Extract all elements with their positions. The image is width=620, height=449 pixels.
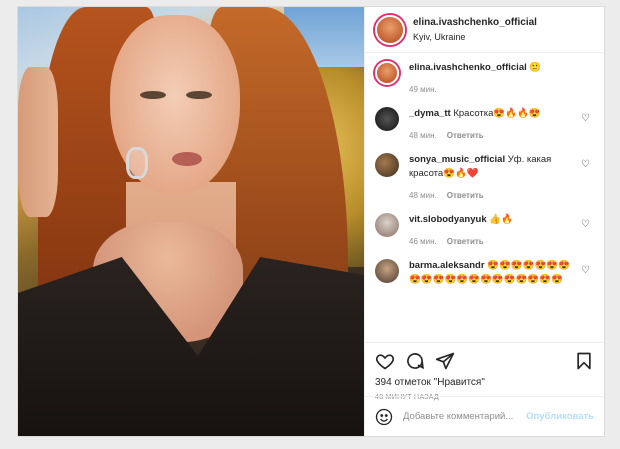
photo-hand bbox=[18, 67, 58, 217]
commenter-avatar[interactable] bbox=[375, 213, 399, 237]
publish-button[interactable]: Опубликовать bbox=[526, 411, 594, 422]
add-comment-bar: Добавьте комментарий... Опубликовать bbox=[365, 396, 604, 436]
commenter-username[interactable]: _dyma_tt bbox=[409, 108, 451, 119]
photo-eye-right bbox=[186, 91, 212, 99]
comment-item: sonya_music_official Уф. какая красота😍🔥… bbox=[375, 153, 594, 203]
author-username[interactable]: elina.ivashchenko_official bbox=[413, 16, 537, 30]
comments-list[interactable]: elina.ivashchenko_official 🙂 49 мин. _dy… bbox=[365, 53, 604, 342]
instagram-post: elina.ivashchenko_official Kyiv, Ukraine… bbox=[17, 6, 605, 437]
comment-item: _dyma_tt Красотка😍🔥🔥😍 48 мин. Ответить ♡ bbox=[375, 107, 594, 143]
reply-button[interactable]: Ответить bbox=[447, 235, 484, 249]
photo-earring bbox=[126, 147, 148, 179]
caption: elina.ivashchenko_official 🙂 49 мин. bbox=[375, 61, 594, 97]
heart-icon[interactable] bbox=[375, 351, 395, 371]
author-avatar[interactable] bbox=[375, 14, 405, 45]
like-comment-icon[interactable]: ♡ bbox=[581, 113, 590, 124]
comment-item: barma.aleksandr 😍😍😍😍😍😍😍😍😍😍😍😍😍😍😍😍😍😍😍😍 ♡ bbox=[375, 259, 594, 287]
post-actions: 394 отметок "Нравится" 48 МИНУТ НАЗАД bbox=[365, 342, 604, 401]
comment-time[interactable]: 48 мин. bbox=[409, 189, 437, 203]
reply-button[interactable]: Ответить bbox=[447, 129, 484, 143]
commenter-avatar[interactable] bbox=[375, 107, 399, 131]
photo-lips bbox=[172, 152, 202, 166]
bookmark-icon[interactable] bbox=[574, 351, 594, 371]
comment-input[interactable]: Добавьте комментарий... bbox=[403, 411, 526, 422]
share-icon[interactable] bbox=[435, 351, 455, 371]
reply-button[interactable]: Ответить bbox=[447, 189, 484, 203]
likes-count[interactable]: 394 отметок "Нравится" bbox=[375, 377, 594, 388]
photo-eye-left bbox=[140, 91, 166, 99]
commenter-avatar[interactable] bbox=[375, 259, 399, 283]
comment-icon[interactable] bbox=[405, 351, 425, 371]
like-comment-icon[interactable]: ♡ bbox=[581, 159, 590, 170]
comment-time[interactable]: 48 мин. bbox=[409, 129, 437, 143]
comment-text: Красотка😍🔥🔥😍 bbox=[453, 108, 541, 119]
comment-time[interactable]: 46 мин. bbox=[409, 235, 437, 249]
caption-username[interactable]: elina.ivashchenko_official bbox=[409, 62, 527, 73]
commenter-username[interactable]: barma.aleksandr bbox=[409, 260, 485, 271]
smile-icon[interactable] bbox=[375, 408, 393, 426]
caption-avatar[interactable] bbox=[375, 61, 399, 85]
like-comment-icon[interactable]: ♡ bbox=[581, 265, 590, 276]
caption-text: 🙂 bbox=[529, 62, 542, 73]
commenter-avatar[interactable] bbox=[375, 153, 399, 177]
commenter-username[interactable]: sonya_music_official bbox=[409, 154, 505, 165]
post-location[interactable]: Kyiv, Ukraine bbox=[413, 30, 537, 44]
post-photo[interactable] bbox=[18, 7, 364, 436]
commenter-username[interactable]: vit.slobodyanyuk bbox=[409, 214, 487, 225]
caption-time[interactable]: 49 мин. bbox=[409, 83, 437, 97]
post-header: elina.ivashchenko_official Kyiv, Ukraine bbox=[365, 7, 604, 53]
comment-text: 👍🔥 bbox=[489, 214, 513, 225]
post-sidebar: elina.ivashchenko_official Kyiv, Ukraine… bbox=[364, 7, 604, 436]
like-comment-icon[interactable]: ♡ bbox=[581, 219, 590, 230]
comment-item: vit.slobodyanyuk 👍🔥 46 мин. Ответить ♡ bbox=[375, 213, 594, 249]
